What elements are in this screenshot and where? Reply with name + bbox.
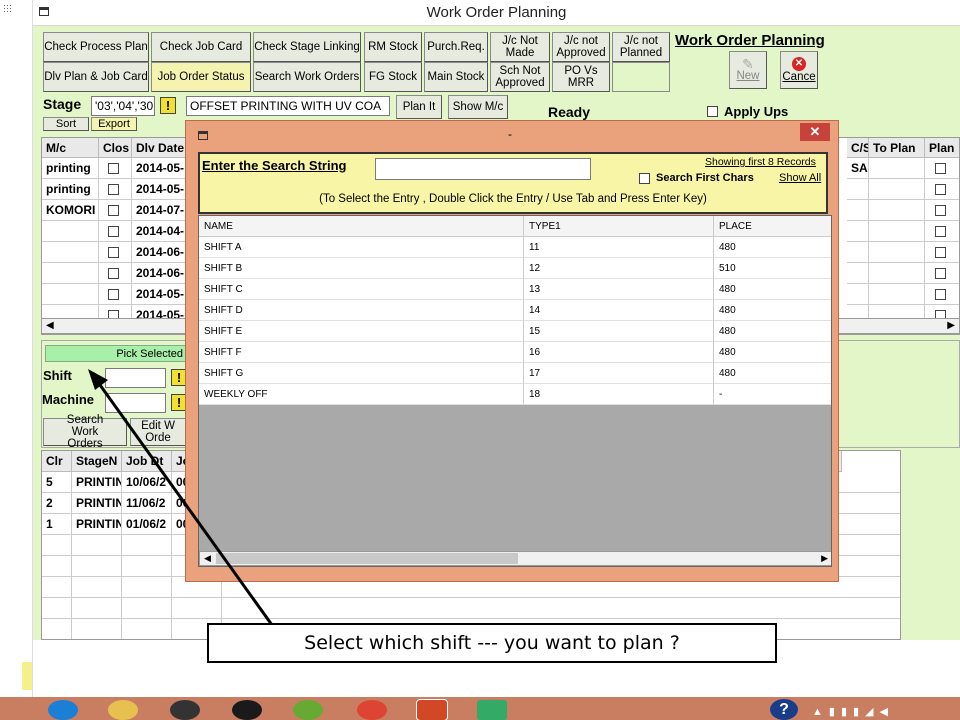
folder-icon[interactable]	[108, 700, 138, 720]
notepad-icon[interactable]	[477, 700, 507, 720]
media-icon[interactable]	[170, 700, 200, 720]
chrome-icon[interactable]	[357, 700, 387, 720]
ie-icon[interactable]	[48, 700, 78, 720]
tray-icons: ▲▮▮▮◢◀	[812, 706, 894, 718]
hp-icon[interactable]	[232, 700, 262, 720]
callout-box: Select which shift --- you want to plan …	[207, 623, 777, 663]
callout-arrow	[88, 369, 274, 626]
puzzle-icon[interactable]	[293, 700, 323, 720]
powerpoint-icon[interactable]	[416, 699, 448, 720]
help-icon[interactable]: ?	[770, 699, 798, 720]
